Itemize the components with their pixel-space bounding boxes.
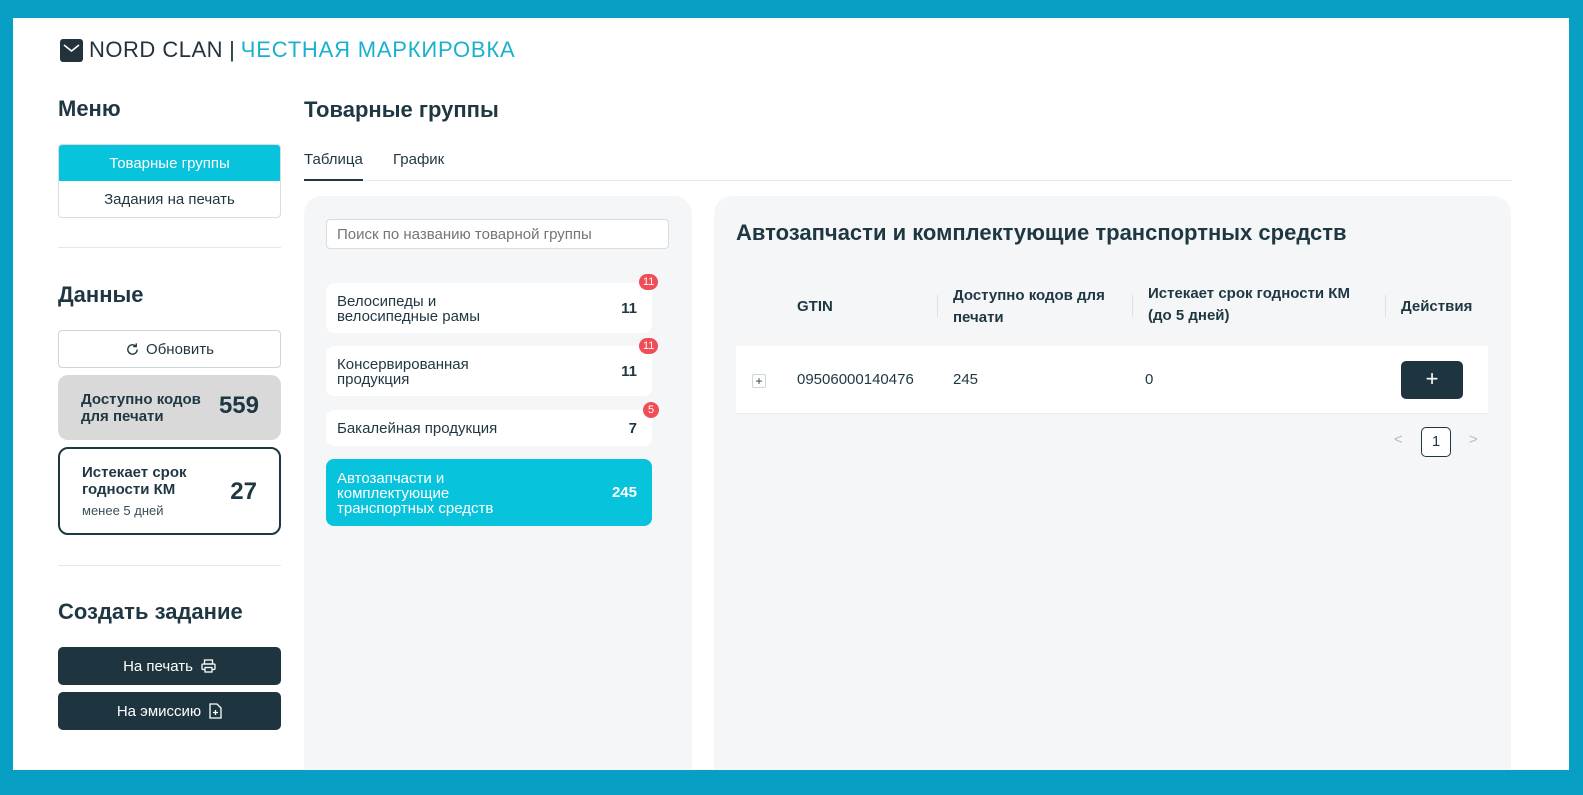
cell-expiring: 0 (1145, 371, 1154, 388)
column-gtin: GTIN (797, 298, 833, 315)
refresh-icon (127, 342, 138, 355)
cell-gtin: 09506000140476 (797, 371, 914, 388)
page-title: Товарные группы (304, 97, 499, 122)
group-item-grocery[interactable]: Бакалейная продукция 7 (326, 410, 652, 446)
brand-name: NORD CLAN (89, 37, 224, 62)
refresh-button[interactable]: Обновить (58, 330, 281, 368)
table-header: GTIN Доступно кодов для печати Истекает с… (736, 272, 1488, 346)
group-detail-panel: Автозапчасти и комплектующие транспортны… (714, 196, 1511, 770)
page-1-button[interactable]: 1 (1421, 427, 1451, 457)
menu-item-product-groups[interactable]: Товарные группы (59, 145, 280, 181)
next-page-button[interactable]: > (1469, 431, 1478, 448)
group-item-canned[interactable]: Консервированная продукция 11 (326, 346, 652, 396)
create-task-title: Создать задание (58, 599, 243, 624)
column-separator (1385, 295, 1386, 317)
column-actions: Действия (1401, 298, 1473, 315)
emission-button-label: На эмиссию (116, 702, 202, 720)
available-codes-label: Доступно кодов для печати (81, 391, 201, 425)
printer-icon (201, 659, 216, 673)
group-count: 11 (621, 300, 637, 317)
column-separator (937, 295, 938, 317)
table-row: + 09506000140476 245 0 + (736, 346, 1488, 414)
sidebar-divider (58, 565, 281, 566)
app-logo[interactable]: NORD CLAN | ЧЕСТНАЯ МАРКИРОВКА (60, 37, 516, 62)
available-codes-card: Доступно кодов для печати 559 (58, 375, 281, 440)
available-codes-value: 559 (218, 392, 259, 419)
expiring-codes-subtitle: менее 5 дней (82, 503, 164, 518)
file-plus-icon (209, 703, 222, 719)
refresh-label: Обновить (146, 340, 214, 358)
group-count: 7 (628, 420, 637, 437)
column-expiring: Истекает срок годности КМ (до 5 дней) (1148, 285, 1350, 324)
product-groups-panel: Велосипеды ивелосипедные рамы 11 11 Конс… (304, 196, 692, 770)
group-count: 245 (611, 484, 637, 501)
group-search-input[interactable] (326, 219, 669, 249)
column-available: Доступно кодов для печати (953, 287, 1105, 326)
group-name: Бакалейная продукция (337, 420, 498, 437)
group-name: Велосипеды и велосипедные рамы (337, 293, 481, 325)
group-item-bicycles[interactable]: Велосипеды и велосипедные рамы 11 (326, 283, 652, 333)
detail-title: Автозапчасти и комплектующие транспортны… (736, 220, 1347, 245)
sidebar-menu: Товарные группы Задания на печать (58, 144, 281, 218)
prev-page-button[interactable]: < (1394, 431, 1403, 448)
group-count: 11 (621, 363, 637, 380)
group-badge: 5 (643, 402, 659, 418)
tab-chart[interactable]: График (393, 151, 444, 181)
sidebar-divider (58, 247, 281, 248)
data-title: Данные (58, 282, 144, 307)
expiring-codes-value: 27 (230, 478, 257, 505)
group-badge: 11 (639, 338, 659, 354)
column-separator (1132, 295, 1133, 317)
emission-task-button[interactable]: На эмиссию (58, 692, 281, 730)
add-action-button[interactable]: + (1401, 361, 1463, 399)
gtin-table: GTIN Доступно кодов для печати Истекает с… (736, 272, 1488, 414)
expiring-codes-card: Истекает срок годности КМ менее 5 дней 2… (58, 447, 281, 535)
print-task-button[interactable]: На печать (58, 647, 281, 685)
group-name: Консервированная продукция (337, 356, 469, 388)
group-item-auto-parts[interactable]: Автозапчасти и комплектующие транспортных … (326, 459, 652, 526)
cell-available: 245 (953, 371, 979, 388)
product-name: ЧЕСТНАЯ МАРКИРОВКА (240, 37, 516, 62)
expand-row-button[interactable]: + (752, 374, 766, 388)
expiring-codes-label: Истекает срок годности КМ (82, 464, 187, 498)
view-tabs: Таблица График (304, 148, 1512, 181)
group-badge: 11 (639, 274, 659, 290)
menu-title: Меню (58, 96, 121, 121)
menu-item-print-tasks[interactable]: Задания на печать (59, 181, 280, 217)
envelope-check-icon (60, 38, 83, 62)
app-window: NORD CLAN | ЧЕСТНАЯ МАРКИРОВКА Меню Това… (13, 18, 1569, 770)
brand-separator: | (229, 37, 235, 62)
print-button-label: На печать (123, 657, 193, 675)
tab-table[interactable]: Таблица (304, 151, 363, 181)
group-name: Автозапчасти и комплектующие транспортных … (337, 470, 494, 517)
